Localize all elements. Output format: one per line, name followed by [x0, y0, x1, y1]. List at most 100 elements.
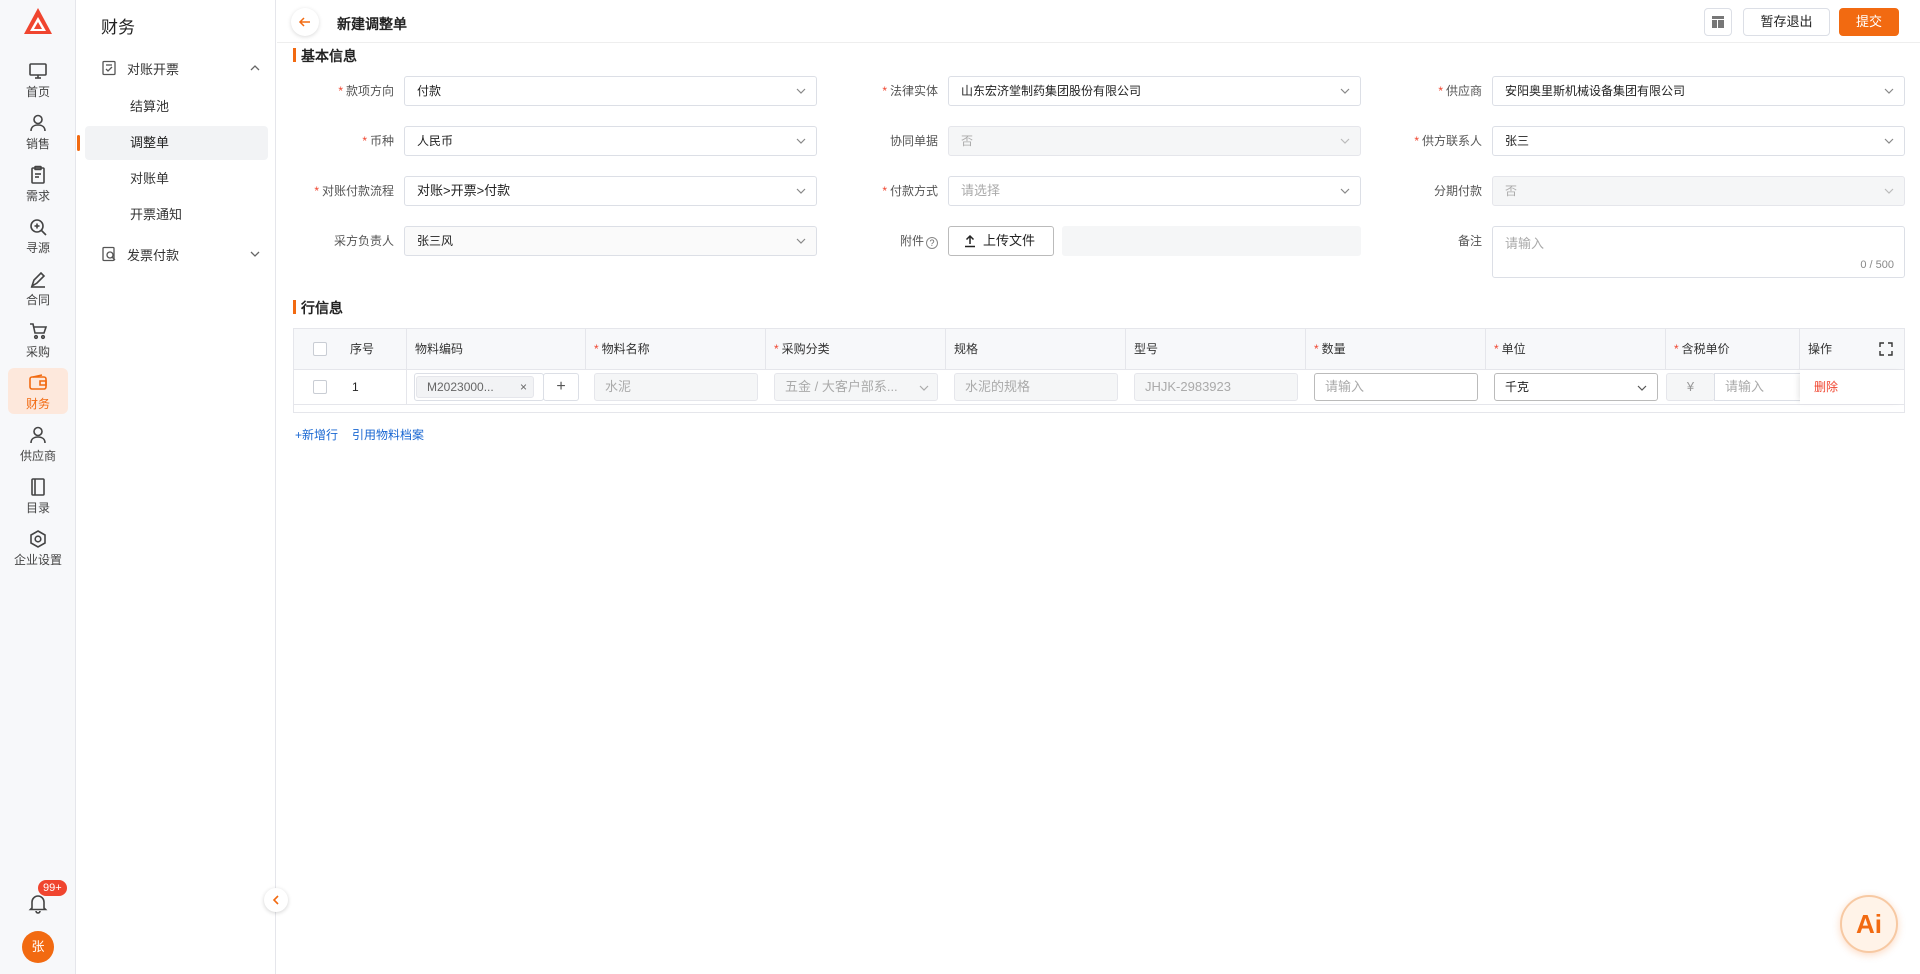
chevron-down-icon	[1340, 138, 1350, 144]
quantity-input[interactable]: 请输入	[1314, 373, 1478, 401]
add-row-link[interactable]: +新增行	[295, 426, 338, 443]
remark-textarea[interactable]: 请输入 0 / 500	[1492, 226, 1905, 278]
collapse-sidebar-button[interactable]	[264, 888, 288, 912]
page-title: 新建调整单	[337, 16, 407, 32]
col-spec: 规格	[946, 329, 1126, 369]
save-exit-button[interactable]: 暂存退出	[1743, 8, 1830, 36]
sub-navigation: 财务 对账开票 结算池 调整单 对账单 开票通知 发票付款	[77, 0, 276, 974]
rail-item-purchase[interactable]: 采购	[8, 316, 68, 362]
rail-item-catalog[interactable]: 目录	[8, 472, 68, 518]
buyer-owner-select[interactable]: 张三风	[404, 226, 817, 256]
field-label-supplier-contact: * 供方联系人	[1414, 134, 1482, 148]
rail-item-label: 合同	[25, 293, 50, 307]
back-button[interactable]	[291, 8, 319, 36]
layout-icon	[1712, 16, 1724, 28]
field-label-flow: * 对账付款流程	[314, 184, 394, 198]
chevron-down-icon	[919, 385, 929, 391]
unit-select[interactable]: 千克	[1494, 373, 1658, 401]
cell-material-name: 水泥	[586, 370, 766, 404]
cell-spec: 水泥的规格	[946, 370, 1126, 404]
chevron-down-icon	[1884, 88, 1894, 94]
material-add-button[interactable]: +	[543, 373, 579, 401]
cart-icon	[30, 323, 48, 340]
user-icon	[30, 426, 46, 444]
pay-method-select[interactable]: 请选择	[948, 176, 1361, 206]
cell-action: 删除	[1800, 370, 1905, 404]
upload-icon	[965, 234, 975, 248]
rail-item-sourcing[interactable]: 寻源	[8, 212, 68, 258]
help-icon[interactable]: ?	[926, 237, 938, 249]
rail-item-label: 企业设置	[13, 553, 62, 567]
col-category: * 采购分类	[766, 329, 946, 369]
ai-assistant-button[interactable]: Ai	[1840, 895, 1898, 953]
rail-item-home[interactable]: 首页	[8, 56, 68, 102]
price-input[interactable]: 请输入	[1714, 373, 1800, 401]
wallet-icon	[29, 374, 47, 390]
rail-item-contract[interactable]: 合同	[8, 264, 68, 310]
chevron-down-icon	[1340, 188, 1350, 194]
subnav-title: 财务	[101, 18, 135, 37]
app-logo-icon[interactable]	[22, 6, 54, 36]
layout-toggle-button[interactable]	[1704, 8, 1732, 36]
close-icon[interactable]: ×	[520, 377, 527, 397]
row-checkbox[interactable]	[313, 380, 327, 394]
rail-item-supplier[interactable]: 供应商	[8, 420, 68, 466]
bell-icon[interactable]	[27, 892, 49, 914]
upload-file-button[interactable]: 上传文件	[948, 226, 1054, 256]
chevron-up-icon	[250, 65, 260, 71]
chevron-down-icon	[250, 251, 260, 257]
rail-item-settings[interactable]: 企业设置	[8, 524, 68, 570]
supplier-select[interactable]: 安阳奥里斯机械设备集团有限公司	[1492, 76, 1905, 106]
rail-item-demand[interactable]: 需求	[8, 160, 68, 206]
supplier-contact-select[interactable]: 张三	[1492, 126, 1905, 156]
document-search-icon	[102, 246, 116, 262]
rail-item-label: 供应商	[19, 449, 56, 463]
nav-group-invoice-payment[interactable]: 发票付款	[101, 244, 261, 264]
cell-model: JHJK-2983923	[1126, 370, 1306, 404]
cell-category: 五金 / 大客户部系...	[766, 370, 946, 404]
cell-unit: 千克	[1486, 370, 1666, 404]
nav-group-reconcile-invoice[interactable]: 对账开票	[101, 58, 261, 78]
legal-entity-select[interactable]: 山东宏济堂制药集团股份有限公司	[948, 76, 1361, 106]
cell-price: ¥ 请输入	[1666, 370, 1800, 404]
char-count: 0 / 500	[1860, 259, 1894, 271]
field-label-attachment: 附件?	[818, 226, 938, 256]
col-price: * 含税单价	[1666, 329, 1800, 369]
rail-item-label: 财务	[25, 397, 50, 411]
chevron-down-icon	[1340, 88, 1350, 94]
field-label-supplier: * 供应商	[1438, 84, 1482, 98]
currency-select[interactable]: 人民币	[404, 126, 817, 156]
page-header: 新建调整单 暂存退出 提交	[277, 0, 1920, 43]
reference-material-link[interactable]: 引用物料档案	[352, 426, 424, 443]
nav-item-invoice-notice[interactable]: 开票通知	[85, 198, 268, 232]
model-input: JHJK-2983923	[1134, 373, 1298, 401]
nav-item-statement[interactable]: 对账单	[85, 162, 268, 196]
table-row: 1 M2023000... × + 水泥 五金 / 大客户部系... 水泥的规格…	[294, 370, 1904, 405]
rail-item-sales[interactable]: 销售	[8, 108, 68, 154]
field-label-buyer-owner: 采方负责人	[333, 234, 394, 248]
avatar[interactable]: 张	[22, 931, 54, 963]
rail-item-finance[interactable]: 财务	[8, 368, 68, 414]
submit-button[interactable]: 提交	[1839, 8, 1899, 36]
material-name-input: 水泥	[594, 373, 758, 401]
fullscreen-icon[interactable]	[1879, 342, 1893, 356]
cell-quantity: 请输入	[1306, 370, 1486, 404]
nav-item-adjustment[interactable]: 调整单	[77, 126, 268, 160]
delete-row-link[interactable]: 删除	[1814, 380, 1838, 394]
document-check-icon	[102, 60, 116, 76]
reconcile-flow-select[interactable]: 对账>开票>付款	[404, 176, 817, 206]
currency-prefix: ¥	[1666, 373, 1715, 401]
rail-item-label: 需求	[25, 189, 50, 203]
collab-doc-select: 否	[948, 126, 1361, 156]
payment-direction-select[interactable]: 付款	[404, 76, 817, 106]
lines-table: 序号 物料编码 * 物料名称 * 采购分类 规格 型号 * 数量 * 单位 * 含税单价 …	[293, 328, 1905, 413]
chevron-down-icon	[796, 238, 806, 244]
chevron-down-icon	[1637, 385, 1647, 391]
gear-icon	[30, 530, 46, 548]
field-label-collab-doc: 协同单据	[889, 134, 938, 148]
arrow-left-icon	[298, 17, 310, 27]
nav-item-settlement-pool[interactable]: 结算池	[85, 90, 268, 124]
select-all-checkbox[interactable]	[313, 342, 327, 356]
field-label-currency: * 币种	[362, 134, 394, 148]
attachment-list	[1062, 226, 1361, 256]
